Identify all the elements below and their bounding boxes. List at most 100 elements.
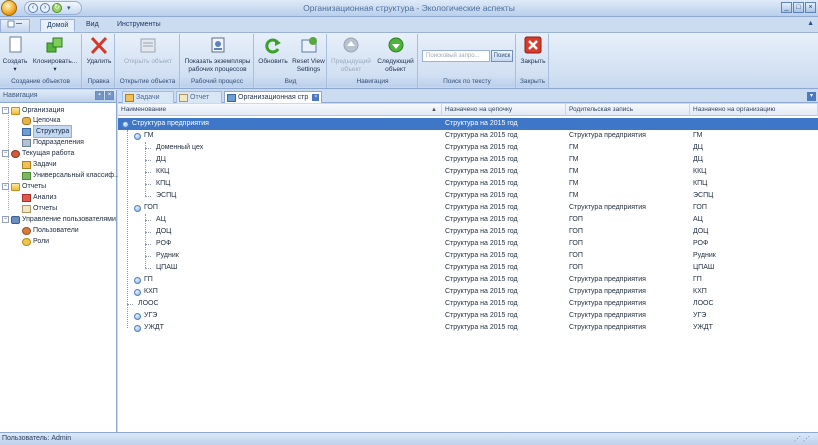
nav-item-reports[interactable]: Отчеты (22, 203, 57, 214)
close-button[interactable]: Закрыть (518, 36, 548, 66)
cell-chain: Структура на 2015 год (445, 132, 518, 139)
expand-node-icon[interactable] (134, 205, 141, 212)
maximize-button[interactable]: □ (793, 2, 804, 13)
previous-object-button[interactable]: Предыдущий объект (329, 36, 373, 73)
expand-node-icon[interactable] (122, 121, 129, 128)
cell-parent: ГМ (569, 144, 579, 151)
collapse-icon[interactable]: − (2, 216, 9, 223)
doc-tab-report[interactable]: Отчет (176, 91, 222, 103)
nav-item-tasks[interactable]: Задачи (22, 159, 57, 170)
cell-name: Доменный цех (156, 144, 204, 151)
cell-org: КПЦ (693, 180, 708, 187)
table-row[interactable]: КХП Структура на 2015 год Структура предпр… (118, 286, 818, 298)
doc-tab-org-structure[interactable]: Организационная стр × (224, 91, 322, 103)
minimize-button[interactable]: _ (781, 2, 792, 13)
table-row[interactable]: ЦПАШ Структура на 2015 год ГОП ЦПАШ (118, 262, 818, 274)
pin-icon[interactable]: ▪ (95, 91, 104, 100)
column-header-name[interactable]: Наименование ▲ (118, 104, 442, 116)
task-icon (125, 93, 134, 102)
table-row[interactable]: ККЦ Структура на 2015 год ГМ ККЦ (118, 166, 818, 178)
nav-item-users[interactable]: Пользователи (22, 225, 79, 236)
cell-org: ДОЦ (693, 228, 709, 235)
group-edit: Удалить Правка (83, 34, 115, 88)
current-work-icon (11, 149, 20, 158)
nav-item-universal-classifier[interactable]: Универсальный классиф... (22, 170, 120, 181)
search-button[interactable]: Поиск (491, 50, 513, 62)
tree-connector (145, 214, 146, 268)
document-tab-bar: Задачи Отчет Организационная стр × ▾ (118, 90, 818, 103)
file-tab[interactable] (0, 19, 30, 32)
create-button[interactable]: Создать ▾ (1, 36, 29, 73)
expand-node-icon[interactable] (134, 133, 141, 140)
table-row[interactable]: ЭСПЦ Структура на 2015 год ГМ ЭСПЦ (118, 190, 818, 202)
close-pane-icon[interactable]: × (105, 91, 114, 100)
tab-tools[interactable]: Инструменты (111, 19, 167, 32)
cell-parent: Структура предприятия (569, 312, 646, 319)
table-row[interactable]: Структура предприятия Структура на 2015 г… (118, 118, 818, 130)
table-row[interactable]: ГП Структура на 2015 год Структура предпри… (118, 274, 818, 286)
cell-org: РОФ (693, 240, 709, 247)
collapse-icon[interactable]: − (2, 183, 9, 190)
expand-node-icon[interactable] (134, 289, 141, 296)
column-header-chain[interactable]: Назначено на цепочку (442, 104, 566, 116)
expand-node-icon[interactable] (134, 313, 141, 320)
expand-node-icon[interactable] (134, 277, 141, 284)
delete-button[interactable]: Удалить (84, 36, 114, 66)
group-label: Рабочий процесс (181, 78, 253, 87)
chevron-down-icon: ▾ (53, 65, 57, 73)
search-input[interactable]: Поисковый запро... (422, 50, 490, 62)
table-row[interactable]: ДЦ Структура на 2015 год ГМ ДЦ (118, 154, 818, 166)
folder-icon (11, 182, 20, 191)
collapse-icon[interactable]: − (2, 150, 9, 157)
cell-name: УЖДТ (144, 324, 164, 331)
column-header-organization[interactable]: Назначено на организацию (690, 104, 818, 116)
column-header-parent[interactable]: Родительская запись (566, 104, 690, 116)
reset-view-settings-button[interactable]: Reset View Settings (291, 36, 326, 73)
table-row[interactable]: УЖДТ Структура на 2015 год Структура предп… (118, 322, 818, 334)
cell-name: ГМ (144, 132, 154, 139)
analysis-icon (22, 193, 31, 202)
group-open-object: Открыть объект Открытие объекта (116, 34, 180, 88)
table-row[interactable]: ДОЦ Структура на 2015 год ГОП ДОЦ (118, 226, 818, 238)
group-label: Вид (255, 78, 326, 87)
ribbon-collapse-icon[interactable]: ▲ (807, 20, 814, 27)
cell-name: УГЭ (144, 312, 158, 319)
cell-name: ДОЦ (156, 228, 172, 235)
open-object-button[interactable]: Открыть объект (118, 36, 178, 66)
nav-item-departments[interactable]: Подразделения (22, 137, 84, 148)
collapse-icon[interactable]: − (2, 107, 9, 114)
tab-view[interactable]: Вид (80, 19, 105, 32)
table-row[interactable]: Доменный цех Структура на 2015 год ГМ ДЦ (118, 142, 818, 154)
cell-name: ДЦ (156, 156, 166, 163)
group-create-objects: Создать ▾ Клонировать... ▾ Создание объект… (0, 34, 82, 88)
nav-item-current-work[interactable]: − Текущая работа (2, 148, 74, 159)
table-row[interactable]: ГОП Структура на 2015 год Структура предпр… (118, 202, 818, 214)
group-view: Обновить Reset View Settings Вид (255, 34, 327, 88)
nav-item-user-management[interactable]: − Управление пользователями (2, 214, 116, 225)
cell-parent: ГОП (569, 252, 583, 259)
delete-icon (88, 36, 110, 56)
table-row[interactable]: УГЭ Структура на 2015 год Структура предпр… (118, 310, 818, 322)
nav-item-reports-folder[interactable]: − Отчеты (2, 181, 46, 192)
cell-name: ККЦ (156, 168, 170, 175)
refresh-button[interactable]: Обновить (256, 36, 290, 66)
close-window-button[interactable]: × (805, 2, 816, 13)
clone-button[interactable]: Клонировать... ▾ (30, 36, 80, 73)
table-row[interactable]: ГМ Структура на 2015 год Структура предпри… (118, 130, 818, 142)
tab-list-icon[interactable]: ▾ (807, 92, 816, 101)
table-row[interactable]: ЛООС Структура на 2015 год Структура предп… (118, 298, 818, 310)
show-workflow-instances-button[interactable]: Показать экземпляры рабочих процессов (182, 36, 253, 73)
tab-home[interactable]: Домой (40, 19, 76, 32)
table-row[interactable]: АЦ Структура на 2015 год ГОП АЦ (118, 214, 818, 226)
table-row[interactable]: РОФ Структура на 2015 год ГОП РОФ (118, 238, 818, 250)
nav-item-roles[interactable]: Роли (22, 236, 49, 247)
cell-chain: Структура на 2015 год (445, 120, 518, 127)
doc-tab-tasks[interactable]: Задачи (122, 91, 174, 103)
expand-node-icon[interactable] (134, 325, 141, 332)
next-object-button[interactable]: Следующий объект (374, 36, 417, 73)
close-tab-icon[interactable]: × (312, 94, 320, 101)
nav-item-analysis[interactable]: Анализ (22, 192, 57, 203)
nav-item-structure[interactable]: Структура (22, 125, 73, 138)
table-row[interactable]: КПЦ Структура на 2015 год ГМ КПЦ (118, 178, 818, 190)
table-row[interactable]: Рудник Структура на 2015 год ГОП Рудник (118, 250, 818, 262)
